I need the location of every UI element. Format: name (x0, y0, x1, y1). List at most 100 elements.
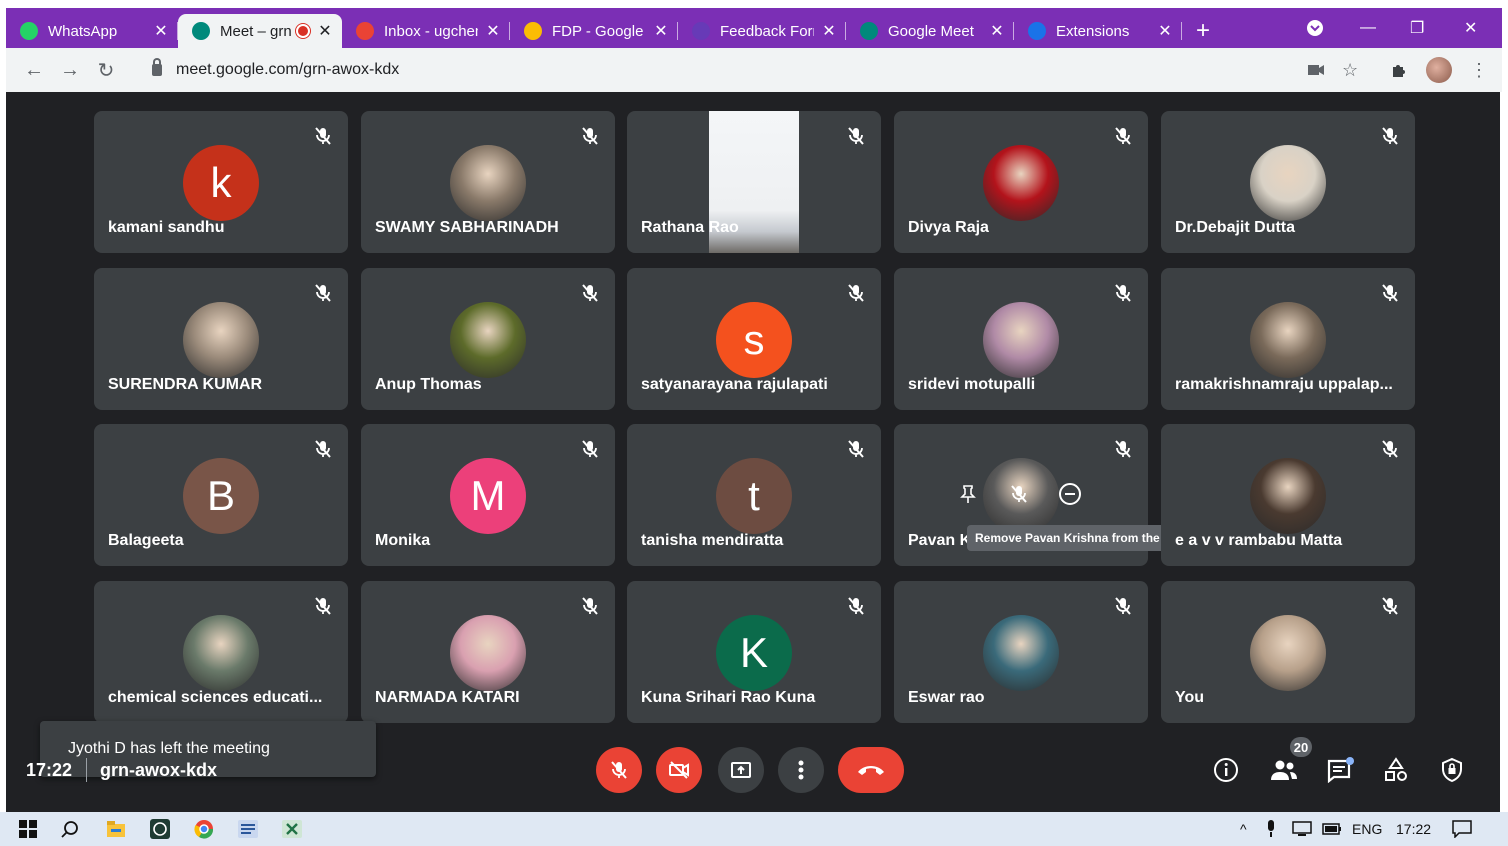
activities-button[interactable] (1380, 754, 1412, 786)
search-icon[interactable] (60, 819, 80, 839)
chat-button[interactable] (1324, 754, 1356, 786)
avatar-photo (1250, 615, 1326, 691)
participant-tile[interactable]: s satyanarayana rajulapati (627, 268, 881, 410)
participant-tile[interactable]: K Kuna Srihari Rao Kuna (627, 581, 881, 723)
file-explorer-icon[interactable] (106, 819, 126, 839)
muted-mic-icon (1379, 125, 1401, 147)
present-screen-button[interactable] (718, 747, 764, 793)
reload-icon[interactable]: ↻ (88, 58, 124, 83)
close-tab-icon[interactable]: ✕ (652, 21, 670, 41)
participant-name: SWAMY SABHARINADH (375, 219, 559, 236)
back-icon[interactable]: ← (16, 59, 52, 82)
close-tab-icon[interactable]: ✕ (316, 21, 334, 41)
participant-tile[interactable]: Divya Raja (894, 111, 1148, 253)
tab-label: Google Meet (888, 22, 974, 40)
remove-participant-icon[interactable] (1052, 476, 1088, 512)
participant-tile[interactable]: chemical sciences educati... (94, 581, 348, 723)
participant-tile[interactable]: ramakrishnamraju uppalap... (1161, 268, 1415, 410)
participant-name: NARMADA KATARI (375, 689, 520, 706)
people-icon (1271, 760, 1297, 780)
avatar-initial: B (183, 458, 259, 534)
browser-tab[interactable]: WhatsApp ✕ (6, 14, 178, 48)
participant-name: Eswar rao (908, 689, 985, 706)
battery-icon[interactable] (1322, 812, 1342, 846)
participant-tile[interactable]: B Balageeta (94, 424, 348, 566)
windows-start-icon[interactable] (18, 819, 38, 839)
mic-tray-icon[interactable] (1266, 812, 1276, 846)
muted-mic-icon (312, 125, 334, 147)
participant-tile[interactable]: k kamani sandhu (94, 111, 348, 253)
browser-menu-icon[interactable]: ⋮ (1470, 48, 1488, 92)
participant-name: ramakrishnamraju uppalap... (1175, 376, 1393, 393)
close-window-icon[interactable]: ✕ (1464, 8, 1477, 48)
close-tab-icon[interactable]: ✕ (820, 21, 838, 41)
participant-tile[interactable]: t tanisha mendiratta (627, 424, 881, 566)
participant-tile[interactable]: Eswar rao (894, 581, 1148, 723)
extensions-icon[interactable] (1390, 48, 1408, 92)
chrome-taskbar-icon[interactable] (194, 819, 214, 839)
close-tab-icon[interactable]: ✕ (1156, 21, 1174, 41)
browser-tab[interactable]: Inbox - ugchem ✕ (342, 14, 510, 48)
browser-tab[interactable]: Extensions ✕ (1014, 14, 1182, 48)
leave-call-button[interactable] (838, 747, 904, 793)
restore-icon[interactable]: ❐ (1410, 8, 1424, 48)
language-indicator[interactable]: ENG (1352, 812, 1382, 846)
avatar-photo (1250, 302, 1326, 378)
mic-off-button[interactable] (596, 747, 642, 793)
participant-tile[interactable]: Rathana Rao (627, 111, 881, 253)
word-taskbar-icon[interactable] (238, 819, 258, 839)
more-options-button[interactable] (778, 747, 824, 793)
camera-icon[interactable] (1308, 48, 1324, 92)
mic-off-icon (611, 761, 627, 779)
network-icon[interactable] (1292, 812, 1312, 846)
meeting-details-button[interactable] (1210, 754, 1242, 786)
url-field[interactable]: meet.google.com/grn-awox-kdx (138, 53, 1388, 87)
bookmark-star-icon[interactable]: ☆ (1342, 48, 1358, 92)
participant-tile[interactable]: sridevi motupalli (894, 268, 1148, 410)
muted-mic-icon (845, 125, 867, 147)
participant-tile[interactable]: You (1161, 581, 1415, 723)
participant-tile[interactable]: M Monika (361, 424, 615, 566)
close-tab-icon[interactable]: ✕ (988, 21, 1006, 41)
new-tab-button[interactable]: + (1182, 14, 1224, 48)
host-controls-button[interactable] (1436, 754, 1468, 786)
muted-mic-icon (1112, 282, 1134, 304)
taskbar-clock[interactable]: 17:22 (1396, 812, 1431, 846)
whatsapp-icon (20, 22, 38, 40)
minimize-icon[interactable]: — (1360, 8, 1376, 48)
participant-tile[interactable]: Anup Thomas (361, 268, 615, 410)
tab-label: Meet – grn (220, 22, 292, 40)
mute-participant-icon[interactable] (1001, 476, 1037, 512)
participant-tile[interactable]: SWAMY SABHARINADH (361, 111, 615, 253)
show-hidden-icons[interactable]: ^ (1240, 812, 1247, 846)
gmail-icon (356, 22, 374, 40)
profile-avatar[interactable] (1426, 48, 1452, 92)
browser-tab[interactable]: Feedback Form ✕ (678, 14, 846, 48)
hang-up-icon (858, 766, 884, 775)
participant-tile[interactable]: NARMADA KATARI (361, 581, 615, 723)
meeting-controls-bar: 17:22 grn-awox-kdx 20 (6, 730, 1500, 812)
meet-icon (860, 22, 878, 40)
browser-tab[interactable]: FDP - Google D ✕ (510, 14, 678, 48)
muted-mic-icon (1112, 595, 1134, 617)
close-tab-icon[interactable]: ✕ (484, 21, 502, 41)
camera-off-button[interactable] (656, 747, 702, 793)
participant-tile[interactable]: SURENDRA KUMAR (94, 268, 348, 410)
pin-icon[interactable] (950, 476, 986, 512)
participant-tile[interactable]: Dr.Debajit Dutta (1161, 111, 1415, 253)
notifications-icon[interactable] (1452, 812, 1472, 846)
people-button[interactable] (1268, 754, 1300, 786)
excel-taskbar-icon[interactable] (282, 819, 302, 839)
whatsapp-taskbar-icon[interactable] (150, 819, 170, 839)
browser-tab[interactable]: Google Meet ✕ (846, 14, 1014, 48)
muted-mic-icon (312, 282, 334, 304)
forward-icon[interactable]: → (52, 59, 88, 82)
muted-mic-icon (1379, 595, 1401, 617)
close-tab-icon[interactable]: ✕ (152, 21, 170, 41)
participant-name: satyanarayana rajulapati (641, 376, 828, 393)
browser-tab[interactable]: Meet – grn ✕ (178, 14, 342, 48)
shield-lock-icon (1442, 757, 1462, 783)
participant-tile[interactable]: e a v v rambabu Matta (1161, 424, 1415, 566)
tab-search-button[interactable] (1306, 8, 1324, 48)
muted-mic-icon (845, 438, 867, 460)
